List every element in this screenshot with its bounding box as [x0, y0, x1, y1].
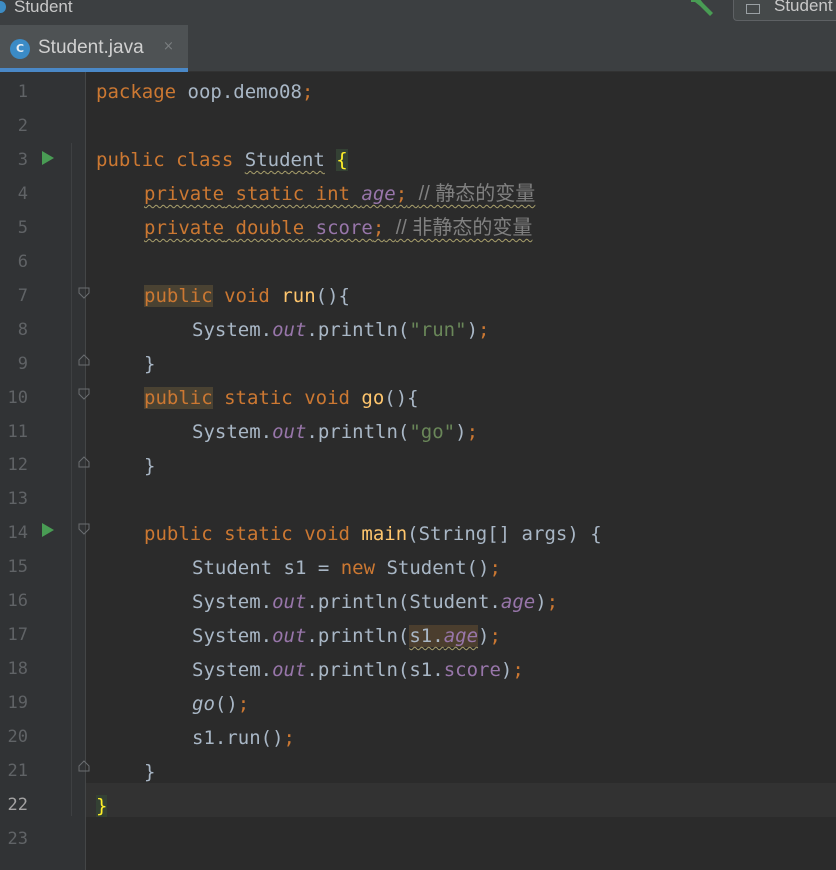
code-line-17: System.out.println(s1.age); [192, 625, 501, 647]
fold-icon[interactable] [78, 354, 90, 366]
line-number: 8 [17, 319, 28, 340]
code-line-11: System.out.println("go"); [192, 421, 479, 443]
line-number: 19 [7, 693, 28, 714]
code-line-7: public void run(){ [144, 285, 350, 307]
line-number: 4 [17, 183, 28, 204]
run-icon[interactable] [42, 151, 54, 165]
hammer-icon[interactable] [689, 0, 715, 17]
line-number: 17 [7, 625, 28, 646]
line-number: 16 [7, 591, 28, 612]
line-number: 23 [7, 828, 28, 849]
line-number: 1 [17, 82, 28, 102]
code-line-21: } [144, 761, 156, 783]
line-number: 22 [7, 794, 28, 815]
java-class-icon: C [10, 39, 30, 59]
code-line-8: System.out.println("run"); [192, 319, 490, 341]
tab-label: Student.java [38, 37, 144, 58]
code-line-10: public static void go(){ [144, 387, 419, 409]
line-number: 2 [17, 115, 28, 136]
line-number: 5 [17, 217, 28, 238]
line-number: 15 [7, 557, 28, 578]
code-line-9: } [144, 353, 156, 375]
fold-icon[interactable] [78, 523, 90, 535]
line-number: 13 [7, 489, 28, 510]
gutter-divider [85, 72, 86, 870]
line-number: 10 [7, 387, 28, 408]
line-number: 21 [7, 761, 28, 781]
editor-tab-student-java[interactable]: C Student.java × [0, 25, 188, 72]
fold-icon[interactable] [78, 456, 90, 468]
line-number: 9 [17, 353, 28, 374]
code-line-4: private static int age; // 静态的变量 [144, 183, 536, 205]
indent-guide [71, 143, 72, 816]
code-line-20: s1.run(); [192, 727, 295, 749]
close-icon[interactable]: × [163, 39, 174, 54]
line-number: 6 [17, 251, 28, 272]
fold-icon[interactable] [78, 760, 90, 772]
code-line-3: public class Student { [96, 149, 348, 171]
code-line-1: package oop.demo08; [96, 81, 314, 103]
code-line-14: public static void main(String[] args) { [144, 523, 602, 545]
code-line-15: Student s1 = new Student(); [192, 557, 501, 579]
line-number: 14 [7, 523, 28, 544]
code-line-16: System.out.println(Student.age); [192, 591, 559, 613]
code-line-18: System.out.println(s1.score); [192, 659, 524, 681]
project-icon [0, 1, 6, 13]
code-line-5: private double score; // 非静态的变量 [144, 217, 533, 239]
run-config-icon [746, 4, 760, 14]
run-icon[interactable] [42, 523, 54, 537]
line-number: 18 [7, 659, 28, 680]
project-title: Student [14, 0, 73, 16]
run-configuration-selector[interactable]: Student [733, 0, 836, 21]
editor-tab-bar: C Student.java × [0, 25, 836, 72]
code-line-19: go(); [192, 693, 250, 715]
code-editor[interactable]: package oop.demo08; public class Student… [96, 75, 836, 857]
run-configuration-label: Student [774, 0, 833, 15]
line-number: 20 [7, 727, 28, 748]
line-number: 3 [17, 149, 28, 170]
code-line-12: } [144, 455, 156, 477]
line-number: 7 [17, 285, 28, 306]
code-line-22: } [96, 795, 108, 817]
fold-icon[interactable] [78, 388, 90, 400]
fold-icon[interactable] [78, 287, 90, 299]
line-number: 11 [7, 421, 28, 442]
title-bar: Student Student [0, 0, 836, 25]
line-number: 12 [7, 455, 28, 476]
